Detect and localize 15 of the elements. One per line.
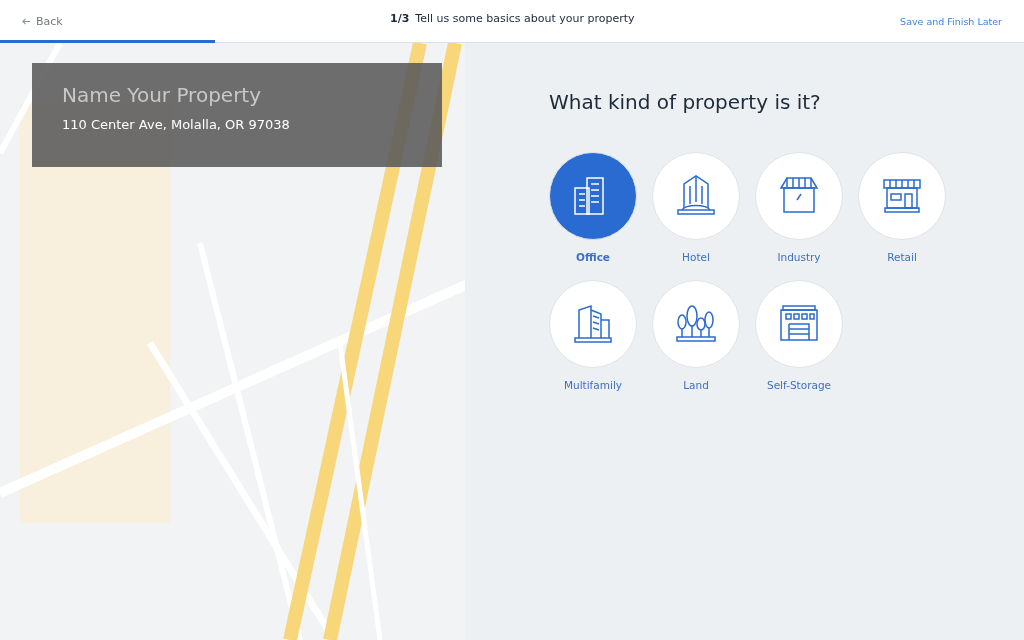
save-finish-later-link[interactable]: Save and Finish Later: [900, 15, 1002, 27]
property-name-input[interactable]: Name Your Property: [62, 83, 402, 107]
back-link[interactable]: Back: [22, 14, 63, 28]
property-address: 110 Center Ave, Molalla, OR 97038: [62, 117, 291, 132]
page-title: Tell us some basics about your property: [415, 12, 635, 25]
step-counter: 1/3: [390, 12, 410, 25]
property-type-label: Office: [576, 251, 610, 263]
property-type-label: Land: [683, 379, 709, 391]
back-arrow-icon: [22, 16, 31, 26]
property-type-label: Industry: [777, 251, 821, 263]
property-type-label: Retail: [887, 251, 917, 263]
property-type-label: Multifamily: [563, 379, 623, 391]
property-type-label: Self-Storage: [766, 379, 831, 391]
question-heading: What kind of property is it?: [549, 90, 822, 114]
property-type-label: Hotel: [682, 251, 710, 263]
